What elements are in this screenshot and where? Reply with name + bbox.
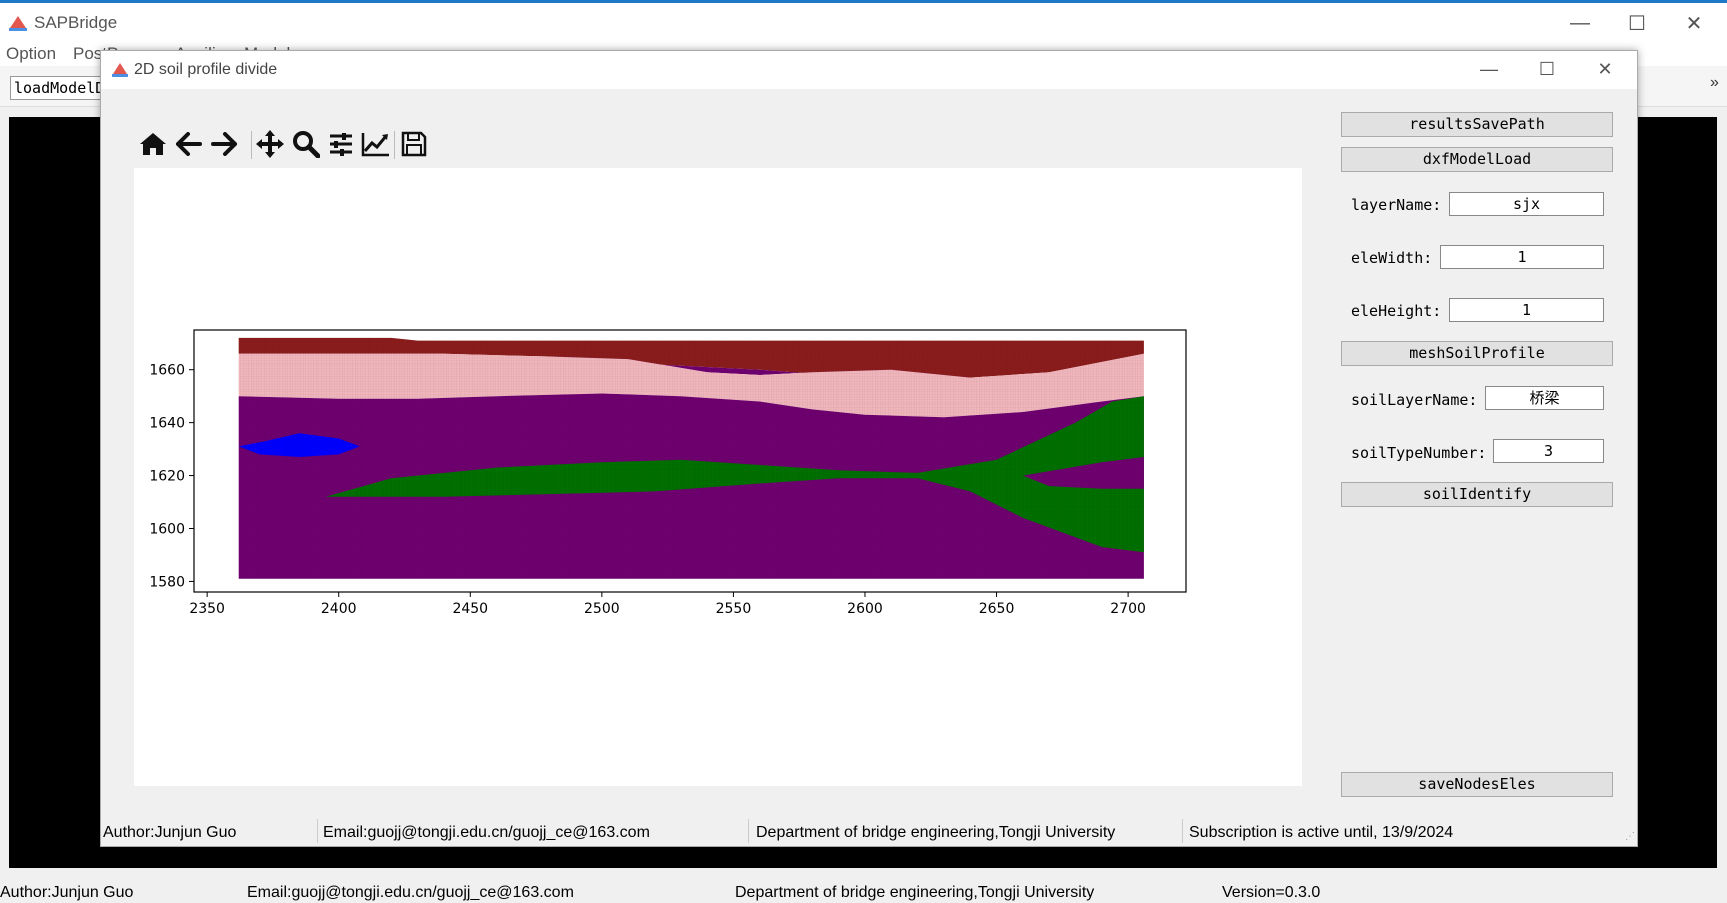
close-icon: ✕: [1685, 12, 1703, 35]
main-minimize-button[interactable]: —: [1552, 3, 1608, 43]
x-tick-label: 2350: [189, 601, 225, 617]
layer-name-label: layerName:: [1351, 196, 1442, 214]
x-tick-label: 2550: [716, 601, 752, 617]
ele-width-label: eleWidth:: [1351, 249, 1433, 267]
dialog-status-subscription: Subscription is active until, 13/9/2024: [1189, 824, 1454, 841]
app-title: SAPBridge: [34, 13, 118, 32]
y-tick-label: 1620: [149, 469, 185, 485]
x-tick-label: 2650: [979, 601, 1015, 617]
toolbar-overflow-icon[interactable]: »: [1710, 74, 1719, 92]
main-titlebar: SAPBridge — ☐ ✕: [0, 0, 1727, 44]
minimize-icon: —: [1480, 58, 1498, 79]
y-tick-label: 1580: [149, 574, 185, 590]
minimize-icon: —: [1570, 11, 1590, 34]
main-maximize-button[interactable]: ☐: [1609, 3, 1665, 43]
soil-profile-dialog: 2D soil profile divide — ☐ ✕ 2350 2400 245…: [100, 50, 1638, 847]
dialog-status-email: Email:guojj@tongji.edu.cn/guojj_ce@163.c…: [323, 824, 650, 841]
dialog-maximize-button[interactable]: ☐: [1519, 51, 1575, 87]
status-email: Email:guojj@tongji.edu.cn/guojj_ce@163.c…: [247, 884, 574, 901]
status-department: Department of bridge engineering,Tongji …: [735, 884, 1095, 901]
ele-width-input[interactable]: 1: [1440, 245, 1604, 269]
app-logo-icon: [8, 12, 28, 36]
y-tick-label: 1640: [149, 416, 185, 432]
soil-type-number-input[interactable]: 3: [1493, 439, 1604, 463]
status-author: Author:Junjun Guo: [0, 884, 134, 901]
status-separator: [1182, 819, 1183, 843]
toolbar-separator: [251, 131, 252, 159]
mesh-soil-profile-button[interactable]: meshSoilProfile: [1341, 341, 1613, 366]
status-separator: [317, 819, 318, 843]
dialog-title: 2D soil profile divide: [134, 61, 278, 78]
forward-icon[interactable]: [207, 127, 241, 161]
layer-name-input[interactable]: sjx: [1449, 192, 1604, 216]
edit-axis-icon[interactable]: [359, 127, 393, 161]
dxf-model-load-button[interactable]: dxfModelLoad: [1341, 147, 1613, 172]
close-icon: ✕: [1597, 58, 1613, 79]
status-version: Version=0.3.0: [1222, 884, 1321, 901]
ele-height-input[interactable]: 1: [1449, 298, 1604, 322]
dialog-minimize-button[interactable]: —: [1461, 51, 1517, 87]
main-close-button[interactable]: ✕: [1666, 3, 1722, 43]
ele-height-label: eleHeight:: [1351, 302, 1442, 320]
maximize-icon: ☐: [1628, 12, 1646, 35]
y-tick-label: 1660: [149, 363, 185, 379]
toolbar-separator: [394, 131, 395, 159]
configure-subplots-icon[interactable]: [324, 127, 358, 161]
dialog-status-department: Department of bridge engineering,Tongji …: [756, 824, 1116, 841]
y-tick-label: 1600: [149, 521, 185, 537]
save-icon[interactable]: [397, 127, 431, 161]
dialog-titlebar: 2D soil profile divide — ☐ ✕: [101, 51, 1637, 89]
save-nodes-eles-button[interactable]: saveNodesEles: [1341, 772, 1613, 797]
soil-type-number-label: soilTypeNumber:: [1351, 444, 1487, 462]
status-separator: [748, 819, 749, 843]
x-tick-label: 2500: [584, 601, 620, 617]
soil-identify-button[interactable]: soilIdentify: [1341, 482, 1613, 507]
pan-icon[interactable]: [253, 127, 287, 161]
dialog-status-author: Author:Junjun Guo: [103, 824, 237, 841]
x-tick-label: 2600: [847, 601, 883, 617]
soil-profile-chart: 2350 2400 2450 2500 2550 2600 2650 2700 1580 1600…: [149, 329, 1187, 617]
resize-grip-icon[interactable]: ⋰: [1625, 831, 1635, 842]
menu-option[interactable]: Option: [6, 44, 56, 64]
x-tick-label: 2450: [452, 601, 488, 617]
back-icon[interactable]: [172, 127, 206, 161]
x-tick-label: 2400: [321, 601, 357, 617]
plot-canvas[interactable]: 2350 2400 2450 2500 2550 2600 2650 2700 1580 1600…: [134, 168, 1302, 786]
maximize-icon: ☐: [1538, 58, 1556, 79]
x-tick-label: 2700: [1110, 601, 1146, 617]
soil-layer-name-label: soilLayerName:: [1351, 391, 1478, 409]
soil-layer-name-input[interactable]: 桥梁: [1485, 386, 1604, 410]
zoom-icon[interactable]: [289, 127, 323, 161]
dialog-logo-icon: [111, 60, 129, 82]
dialog-close-button[interactable]: ✕: [1577, 51, 1633, 87]
results-save-path-button[interactable]: resultsSavePath: [1341, 112, 1613, 137]
home-icon[interactable]: [136, 127, 170, 161]
